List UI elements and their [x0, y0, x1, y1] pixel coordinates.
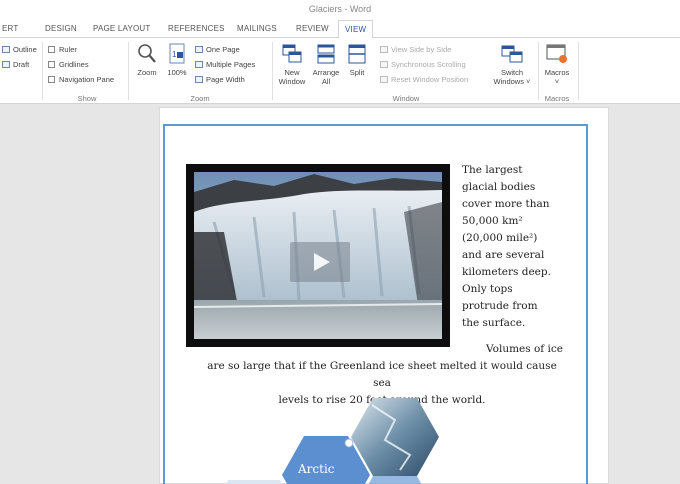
- smartart-hexagon-lower[interactable]: [360, 476, 430, 484]
- smartart-label-arctic: Arctic: [298, 462, 335, 476]
- smartart-graphic[interactable]: [0, 0, 680, 484]
- smartart-hexagon-partial: [226, 480, 282, 484]
- smartart-connector-dot: [344, 438, 354, 448]
- smartart-hexagon-image[interactable]: [351, 398, 439, 476]
